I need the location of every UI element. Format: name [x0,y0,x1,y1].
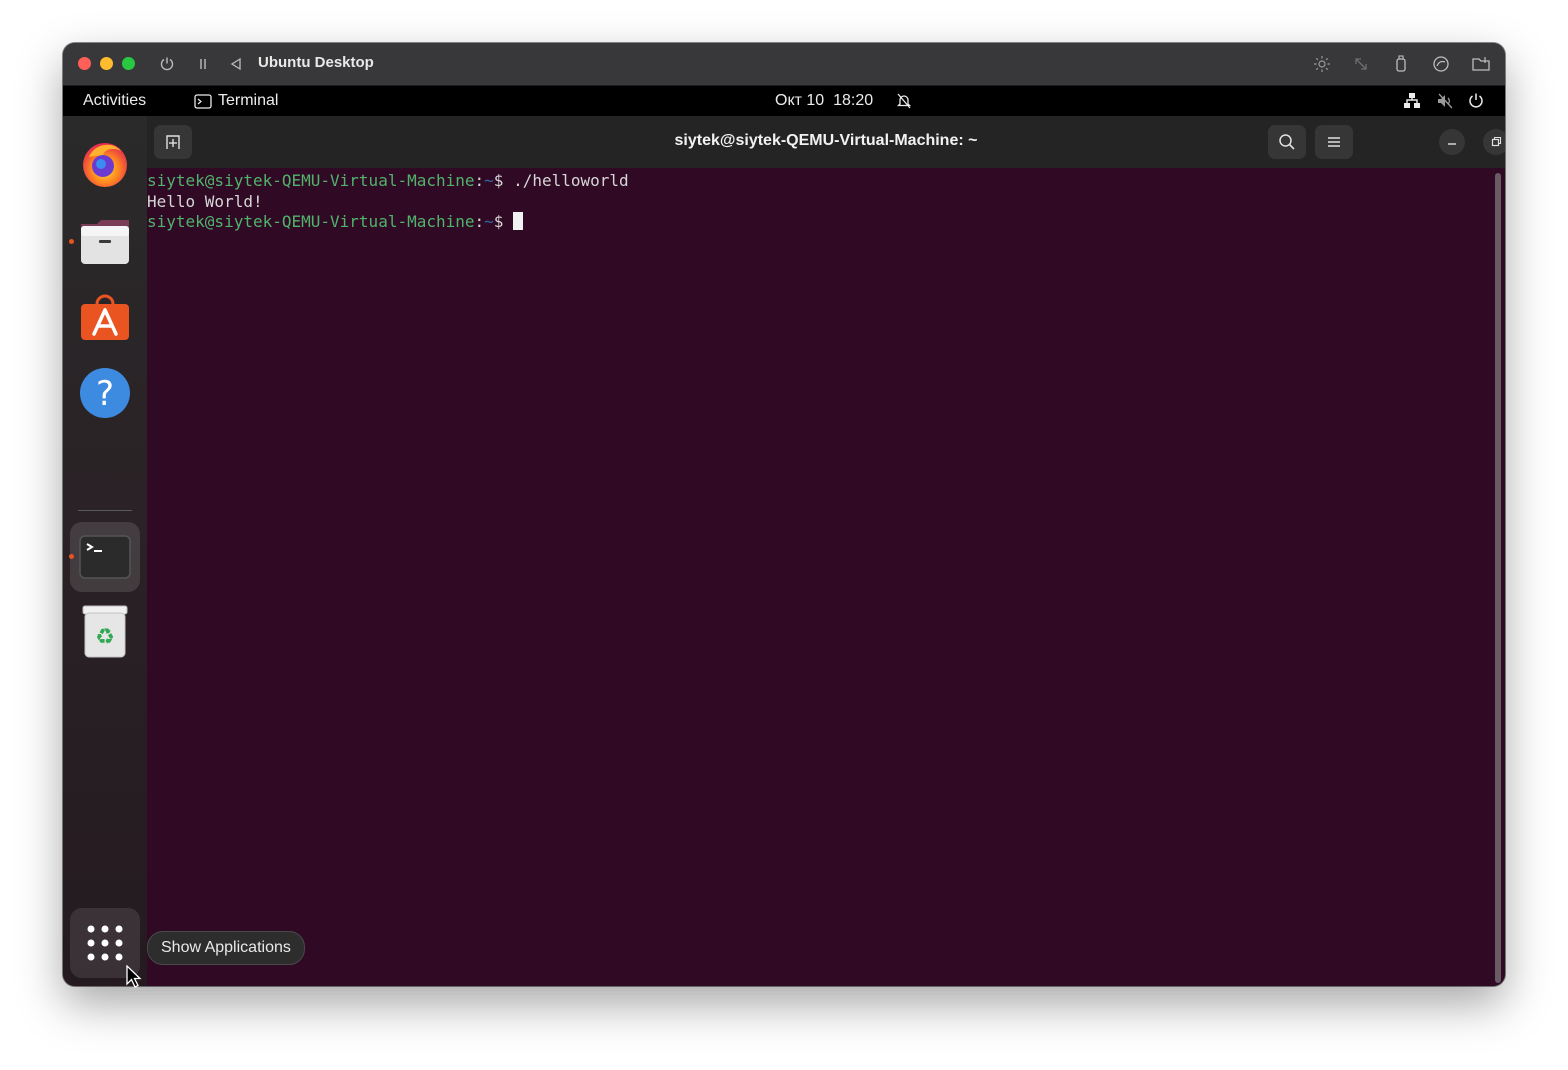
app-menu[interactable]: Terminal [194,92,278,110]
prompt-path: ~ [484,212,494,231]
search-icon [1279,134,1295,150]
grid-icon [87,925,123,961]
prompt-dollar: $ [493,171,504,190]
bell-muted-icon[interactable] [896,92,912,115]
software-store-icon [81,294,129,340]
dock-item-trash[interactable]: ♻ [70,597,140,667]
mouse-pointer-icon [126,964,142,993]
brightness-icon[interactable] [1312,54,1332,74]
power-icon[interactable] [157,54,177,74]
svg-text:♻: ♻ [95,625,115,650]
minimize-button[interactable] [1439,129,1465,155]
terminal-line: siytek@siytek-QEMU-Virtual-Machine:~$ [147,212,1492,233]
volume-muted-icon[interactable] [1436,92,1454,110]
minimize-window-button[interactable] [100,57,113,70]
terminal-window: siytek@siytek-QEMU-Virtual-Machine: ~ si… [147,116,1505,986]
prompt-dollar: $ [493,212,504,231]
dock-item-ubuntu-software[interactable] [70,281,140,351]
terminal-line: Hello World! [147,192,1492,213]
pause-icon[interactable] [193,54,213,74]
activities-button[interactable]: Activities [83,92,146,110]
folder-icon[interactable] [1471,54,1491,74]
prompt-path: ~ [484,171,494,190]
dock-item-help[interactable]: ? [70,358,140,428]
prompt-colon: : [474,171,485,190]
dock-item-terminal[interactable] [70,522,140,592]
power-menu-icon[interactable] [1467,92,1485,110]
vm-titlebar: Ubuntu Desktop [63,43,1505,86]
hamburger-menu-icon [1328,137,1340,147]
share-icon[interactable] [1431,54,1451,74]
prompt-user-host: siytek@siytek-QEMU-Virtual-Machine [147,212,475,231]
output-text: Hello World! [147,191,263,211]
vm-title: Ubuntu Desktop [258,54,374,71]
zoom-window-button[interactable] [122,57,135,70]
dock-item-files[interactable] [70,206,140,276]
clock[interactable]: Окт 10 18:20 [775,92,873,110]
command-text [503,212,513,231]
terminal-output[interactable]: siytek@siytek-QEMU-Virtual-Machine:~$ ./… [147,168,1492,986]
prompt-user-host: siytek@siytek-QEMU-Virtual-Machine [147,171,475,190]
scrollbar[interactable] [1495,173,1501,983]
prompt-colon: : [474,212,485,231]
app-menu-label: Terminal [218,92,279,109]
show-applications-tooltip: Show Applications [147,931,305,965]
vm-window: Ubuntu Desktop Activities Terminal Окт 1… [63,43,1505,986]
search-button[interactable] [1268,125,1306,159]
back-icon[interactable] [226,54,246,74]
files-icon [81,220,129,264]
terminal-headerbar: siytek@siytek-QEMU-Virtual-Machine: ~ [147,116,1505,168]
resize-icon[interactable] [1351,54,1371,74]
close-window-button[interactable] [78,57,91,70]
terminal-icon [79,535,131,579]
terminal-line: siytek@siytek-QEMU-Virtual-Machine:~$ ./… [147,171,1492,192]
help-icon: ? [80,368,130,418]
menu-button[interactable] [1315,125,1353,159]
dock-item-firefox[interactable] [70,128,140,198]
firefox-icon [83,143,127,187]
usb-icon[interactable] [1391,54,1411,74]
svg-text:?: ? [96,374,114,414]
trash-icon: ♻ [82,605,128,658]
minimize-icon [1448,143,1456,145]
network-icon[interactable] [1403,92,1421,110]
dock-separator [78,510,132,511]
running-indicator [69,554,74,559]
restore-button[interactable] [1483,129,1505,155]
text-cursor [513,212,524,230]
terminal-app-icon [194,93,212,109]
restore-icon [1491,136,1502,147]
ubuntu-dock: ? ♻ [63,116,147,986]
command-text: ./helloworld [503,171,629,190]
gnome-top-bar: Activities Terminal Окт 10 18:20 [63,86,1505,116]
